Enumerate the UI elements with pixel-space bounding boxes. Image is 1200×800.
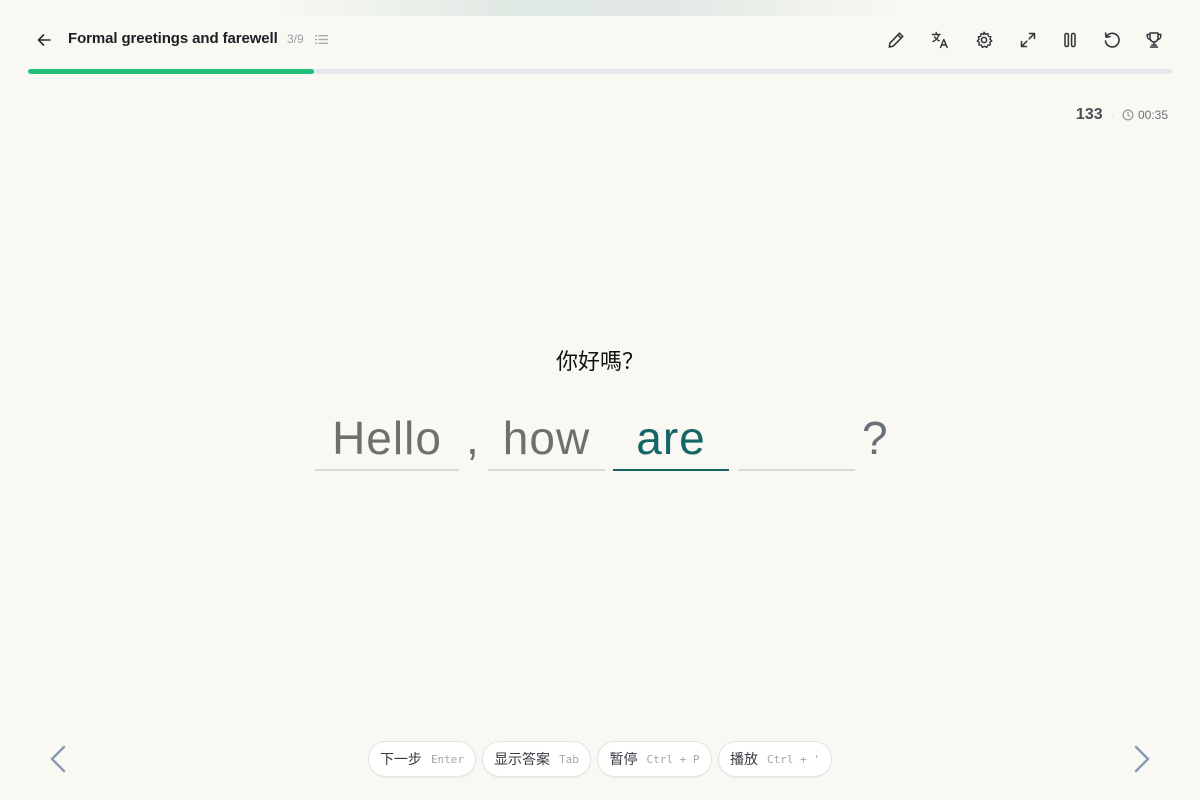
- practice-page: Formal greetings and farewell 3/9 133 · …: [0, 0, 1200, 800]
- edit-icon: [888, 32, 904, 48]
- fullscreen-button[interactable]: [1015, 27, 1041, 53]
- stats-bar: 133 · 00:35: [1076, 106, 1168, 124]
- stats-separator: ·: [1110, 109, 1114, 121]
- lesson-progress-bar: [28, 69, 1172, 74]
- next-step-label: 下一步: [379, 752, 422, 768]
- translate-icon: [931, 31, 948, 49]
- pause-icon: [1064, 32, 1076, 48]
- edit-button[interactable]: [883, 27, 909, 53]
- pause-control-button[interactable]: 暂停 Ctrl + P: [597, 741, 712, 777]
- toolbar: [0, 27, 1200, 53]
- timer: 00:35: [1122, 108, 1168, 122]
- score-value: 133: [1075, 106, 1103, 123]
- clock-icon: [1122, 109, 1134, 121]
- show-answer-label: 显示答案: [494, 752, 551, 768]
- fullscreen-icon: [1020, 32, 1036, 48]
- play-button[interactable]: 播放 Ctrl + ': [718, 741, 832, 777]
- trophy-button[interactable]: [1141, 27, 1167, 53]
- show-answer-button[interactable]: 显示答案 Tab: [482, 741, 591, 777]
- restart-button[interactable]: [1099, 27, 1125, 53]
- pause-shortcut: Ctrl + P: [646, 752, 700, 766]
- word-slot-4-empty[interactable]: [738, 405, 855, 471]
- play-label: 播放: [730, 752, 758, 768]
- next-step-shortcut: Enter: [430, 752, 465, 766]
- control-bar: 下一步 Enter 显示答案 Tab 暂停 Ctrl + P 播放 Ctrl +…: [0, 741, 1200, 777]
- show-answer-shortcut: Tab: [559, 752, 579, 766]
- settings-icon: [976, 31, 993, 49]
- top-highlight: [280, 0, 900, 16]
- word-slot-1[interactable]: Hello: [315, 405, 459, 471]
- restart-icon: [1104, 32, 1120, 48]
- play-shortcut: Ctrl + ': [767, 752, 820, 766]
- translate-button[interactable]: [927, 27, 953, 53]
- question-mark: ?: [862, 412, 888, 464]
- answer-row: Hello , how are ?: [0, 405, 1200, 485]
- pause-button[interactable]: [1057, 27, 1083, 53]
- pause-label: 暂停: [609, 752, 638, 768]
- next-step-button[interactable]: 下一步 Enter: [368, 741, 476, 777]
- comma-separator: ,: [466, 412, 479, 464]
- prompt-text: 你好嗎？: [555, 350, 644, 375]
- lesson-progress-fill: [28, 69, 314, 74]
- settings-button[interactable]: [971, 27, 997, 53]
- word-slot-3-active[interactable]: are: [613, 405, 729, 471]
- trophy-icon: [1146, 32, 1162, 48]
- timer-value: 00:35: [1137, 108, 1168, 122]
- word-slot-2[interactable]: how: [488, 405, 605, 471]
